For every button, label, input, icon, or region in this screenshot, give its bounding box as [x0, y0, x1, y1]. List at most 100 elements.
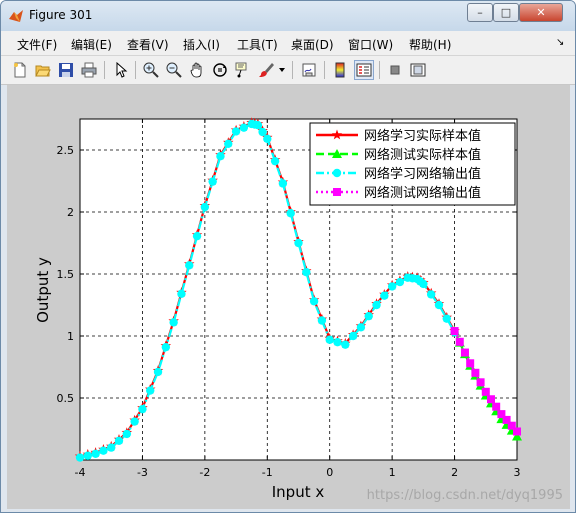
y-axis-label: Output y: [34, 257, 52, 323]
show-plot-tools-icon[interactable]: [408, 60, 428, 80]
menu-desktop[interactable]: 桌面(D): [291, 36, 334, 53]
series-marker: [348, 331, 358, 341]
series-marker: [513, 427, 521, 436]
x-axis-label: Input x: [272, 483, 325, 501]
series-marker: [395, 277, 405, 287]
series-marker: [325, 335, 334, 344]
series-marker: [302, 267, 311, 277]
brush-icon[interactable]: [256, 60, 276, 80]
toolbar-separator: [379, 61, 380, 79]
dock-arrow-icon[interactable]: ↘: [556, 37, 564, 48]
series-marker: [99, 446, 108, 455]
data-cursor-icon[interactable]: [233, 60, 253, 80]
menu-edit[interactable]: 编辑(E): [71, 36, 112, 53]
series-marker: [146, 386, 155, 395]
x-tick-label: 2: [451, 466, 458, 479]
zoom-in-icon[interactable]: [141, 60, 161, 80]
series-marker: [481, 387, 490, 396]
print-icon[interactable]: [79, 60, 99, 80]
series-marker: [372, 300, 381, 310]
window-title: Figure 301: [29, 8, 93, 22]
series-marker: [200, 202, 210, 212]
plot-svg: -4 -3 -2 -1 0 1 2 3 0.5 1 1.5 2 2.5 Input x Output y…: [34, 117, 563, 503]
series-marker: [486, 395, 495, 404]
menu-view[interactable]: 查看(V): [127, 36, 169, 53]
minimize-button[interactable]: –: [467, 3, 493, 22]
legend[interactable]: 网络学习实际样本值网络测试实际样本值网络学习网络输出值网络测试网络输出值: [309, 122, 516, 206]
series-marker: [341, 340, 350, 349]
brush-dropdown-icon[interactable]: [276, 60, 288, 80]
close-button[interactable]: ✕: [519, 3, 563, 22]
figure-canvas: -4 -3 -2 -1 0 1 2 3 0.5 1 1.5 2 2.5 Input x Output y…: [7, 85, 570, 509]
series-marker: [253, 121, 263, 130]
series-marker: [130, 417, 139, 426]
toolbar-separator: [324, 61, 325, 79]
series-marker: [216, 152, 225, 161]
series-marker: [317, 316, 327, 325]
colorbar-icon[interactable]: [331, 60, 351, 80]
series-marker: [380, 291, 389, 300]
x-tick-label: 3: [514, 466, 521, 479]
series-marker: [83, 451, 93, 460]
series-marker: [177, 289, 186, 299]
series-marker: [239, 123, 249, 132]
matlab-logo-icon: [9, 10, 23, 22]
series-marker: [294, 238, 303, 248]
series-marker: [169, 318, 178, 327]
menu-help[interactable]: 帮助(H): [409, 36, 451, 53]
series-marker: [161, 342, 171, 352]
pan-hand-icon[interactable]: [187, 60, 207, 80]
legend-label: 网络学习实际样本值: [364, 128, 481, 144]
series-marker: [224, 139, 233, 148]
y-tick-label: 1: [67, 330, 74, 343]
figure-toolbar: [1, 56, 575, 85]
series-marker: [263, 134, 272, 144]
menu-window[interactable]: 窗口(W): [348, 36, 393, 53]
toolbar-separator: [104, 61, 105, 79]
x-tick-label: -3: [137, 466, 148, 479]
menu-insert[interactable]: 插入(I): [183, 36, 220, 53]
series-marker: [476, 378, 485, 387]
series-marker: [466, 359, 475, 368]
legend-label: 网络学习网络输出值: [364, 166, 481, 182]
legend-marker: [332, 168, 342, 178]
series-marker: [270, 156, 280, 166]
menu-bar: 文件(F) 编辑(E) 查看(V) 插入(I) 工具(T) 桌面(D) 窗口(W…: [1, 31, 575, 56]
series-marker: [460, 348, 469, 357]
pointer-icon[interactable]: [111, 60, 131, 80]
figure-window: Figure 301 – □ ✕ 文件(F) 编辑(E) 查看(V) 插入(I)…: [0, 0, 576, 513]
y-tick-label: 2: [67, 206, 74, 219]
series-marker: [231, 127, 241, 136]
new-file-icon[interactable]: [10, 60, 30, 80]
series-marker: [364, 311, 373, 321]
series-marker: [471, 368, 480, 377]
series-marker: [309, 297, 319, 306]
maximize-button[interactable]: □: [493, 3, 519, 22]
series-marker: [387, 282, 397, 291]
minimize-icon: –: [477, 6, 483, 19]
menu-tools[interactable]: 工具(T): [237, 36, 278, 53]
menu-file[interactable]: 文件(F): [17, 36, 57, 53]
save-icon[interactable]: [56, 60, 76, 80]
series-marker: [426, 290, 436, 299]
y-tick-label: 2.5: [57, 144, 75, 157]
maximize-icon: □: [500, 6, 512, 19]
open-folder-icon[interactable]: [33, 60, 53, 80]
legend-label: 网络测试网络输出值: [364, 185, 481, 201]
series-marker: [258, 127, 267, 137]
series-marker: [153, 367, 163, 377]
series-marker: [356, 323, 366, 332]
rotate-3d-icon[interactable]: [210, 60, 230, 80]
series-marker: [442, 314, 451, 323]
x-tick-label: -4: [75, 466, 86, 479]
zoom-out-icon[interactable]: [164, 60, 184, 80]
legend-label: 网络测试实际样本值: [364, 147, 481, 163]
series-marker: [192, 231, 202, 241]
series-marker: [91, 449, 100, 458]
hide-plot-tools-icon[interactable]: [385, 60, 405, 80]
link-plot-icon[interactable]: [299, 60, 319, 80]
title-bar[interactable]: Figure 301 – □ ✕: [1, 1, 575, 31]
series-marker: [138, 404, 147, 414]
series-marker: [450, 327, 459, 336]
legend-icon[interactable]: [354, 60, 374, 80]
